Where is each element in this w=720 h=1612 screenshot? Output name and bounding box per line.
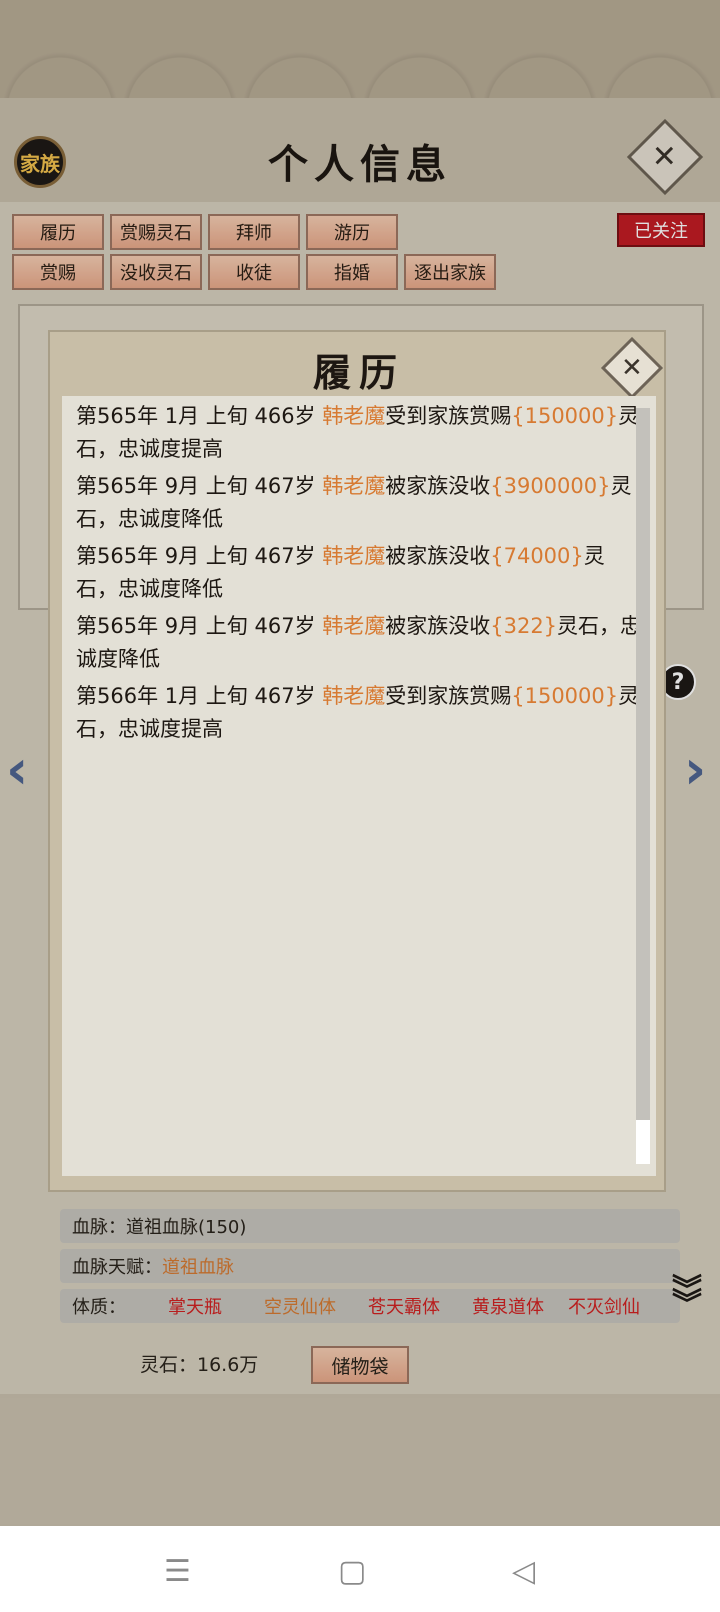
menu-icon[interactable]: ☰ — [164, 1554, 191, 1589]
scrollbar-track[interactable] — [636, 408, 650, 1164]
log-entry: 第566年 1月 上旬 467岁 韩老魔受到家族赏赐{150000}灵石，忠诚度… — [76, 684, 640, 741]
scrollbar-thumb[interactable] — [636, 1120, 650, 1164]
history-log[interactable]: 第565年 1月 上旬 466岁 韩老魔受到家族赏赐{150000}灵石，忠诚度… — [62, 396, 656, 1176]
close-icon: ✕ — [621, 352, 643, 383]
log-entry: 第565年 9月 上旬 467岁 韩老魔被家族没收{3900000}灵石，忠诚度… — [76, 474, 632, 531]
log-entry: 第565年 1月 上旬 466岁 韩老魔受到家族赏赐{150000}灵石，忠诚度… — [76, 404, 640, 461]
home-icon[interactable]: ▢ — [338, 1554, 366, 1589]
back-icon[interactable]: ◁ — [512, 1554, 535, 1589]
log-entry: 第565年 9月 上旬 467岁 韩老魔被家族没收{74000}灵石，忠诚度降低 — [76, 544, 605, 601]
history-dialog: 履历 ✕ 第565年 1月 上旬 466岁 韩老魔受到家族赏赐{150000}灵… — [48, 330, 666, 1192]
system-nav-bar: ☰ ▢ ◁ — [0, 1526, 720, 1612]
log-entry: 第565年 9月 上旬 467岁 韩老魔被家族没收{322}灵石，忠诚度降低 — [76, 614, 642, 671]
dialog-title: 履历 — [312, 350, 405, 395]
